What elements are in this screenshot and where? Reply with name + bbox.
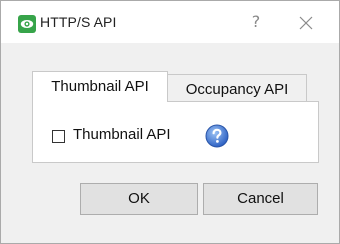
tab-thumbnail-api[interactable]: Thumbnail API (32, 71, 168, 102)
thumbnail-api-checkbox[interactable] (52, 130, 65, 143)
title-bar[interactable]: HTTP/S API ? (1, 1, 339, 43)
eye-icon (18, 15, 36, 33)
close-icon[interactable] (293, 11, 319, 35)
help-button[interactable]: ? (243, 9, 269, 35)
dialog-body: Thumbnail API Occupancy API Thumbnail AP… (1, 43, 339, 243)
cancel-button[interactable]: Cancel (203, 183, 318, 215)
dialog-window: HTTP/S API ? Thumbnail API Occupancy API… (0, 0, 340, 244)
info-question-icon[interactable] (205, 124, 229, 148)
tab-panel: Thumbnail API (32, 101, 319, 163)
ok-button[interactable]: OK (80, 183, 198, 215)
thumbnail-api-checkbox-label[interactable]: Thumbnail API (73, 126, 171, 143)
tab-occupancy-api[interactable]: Occupancy API (168, 74, 307, 102)
window-title: HTTP/S API (40, 14, 117, 30)
